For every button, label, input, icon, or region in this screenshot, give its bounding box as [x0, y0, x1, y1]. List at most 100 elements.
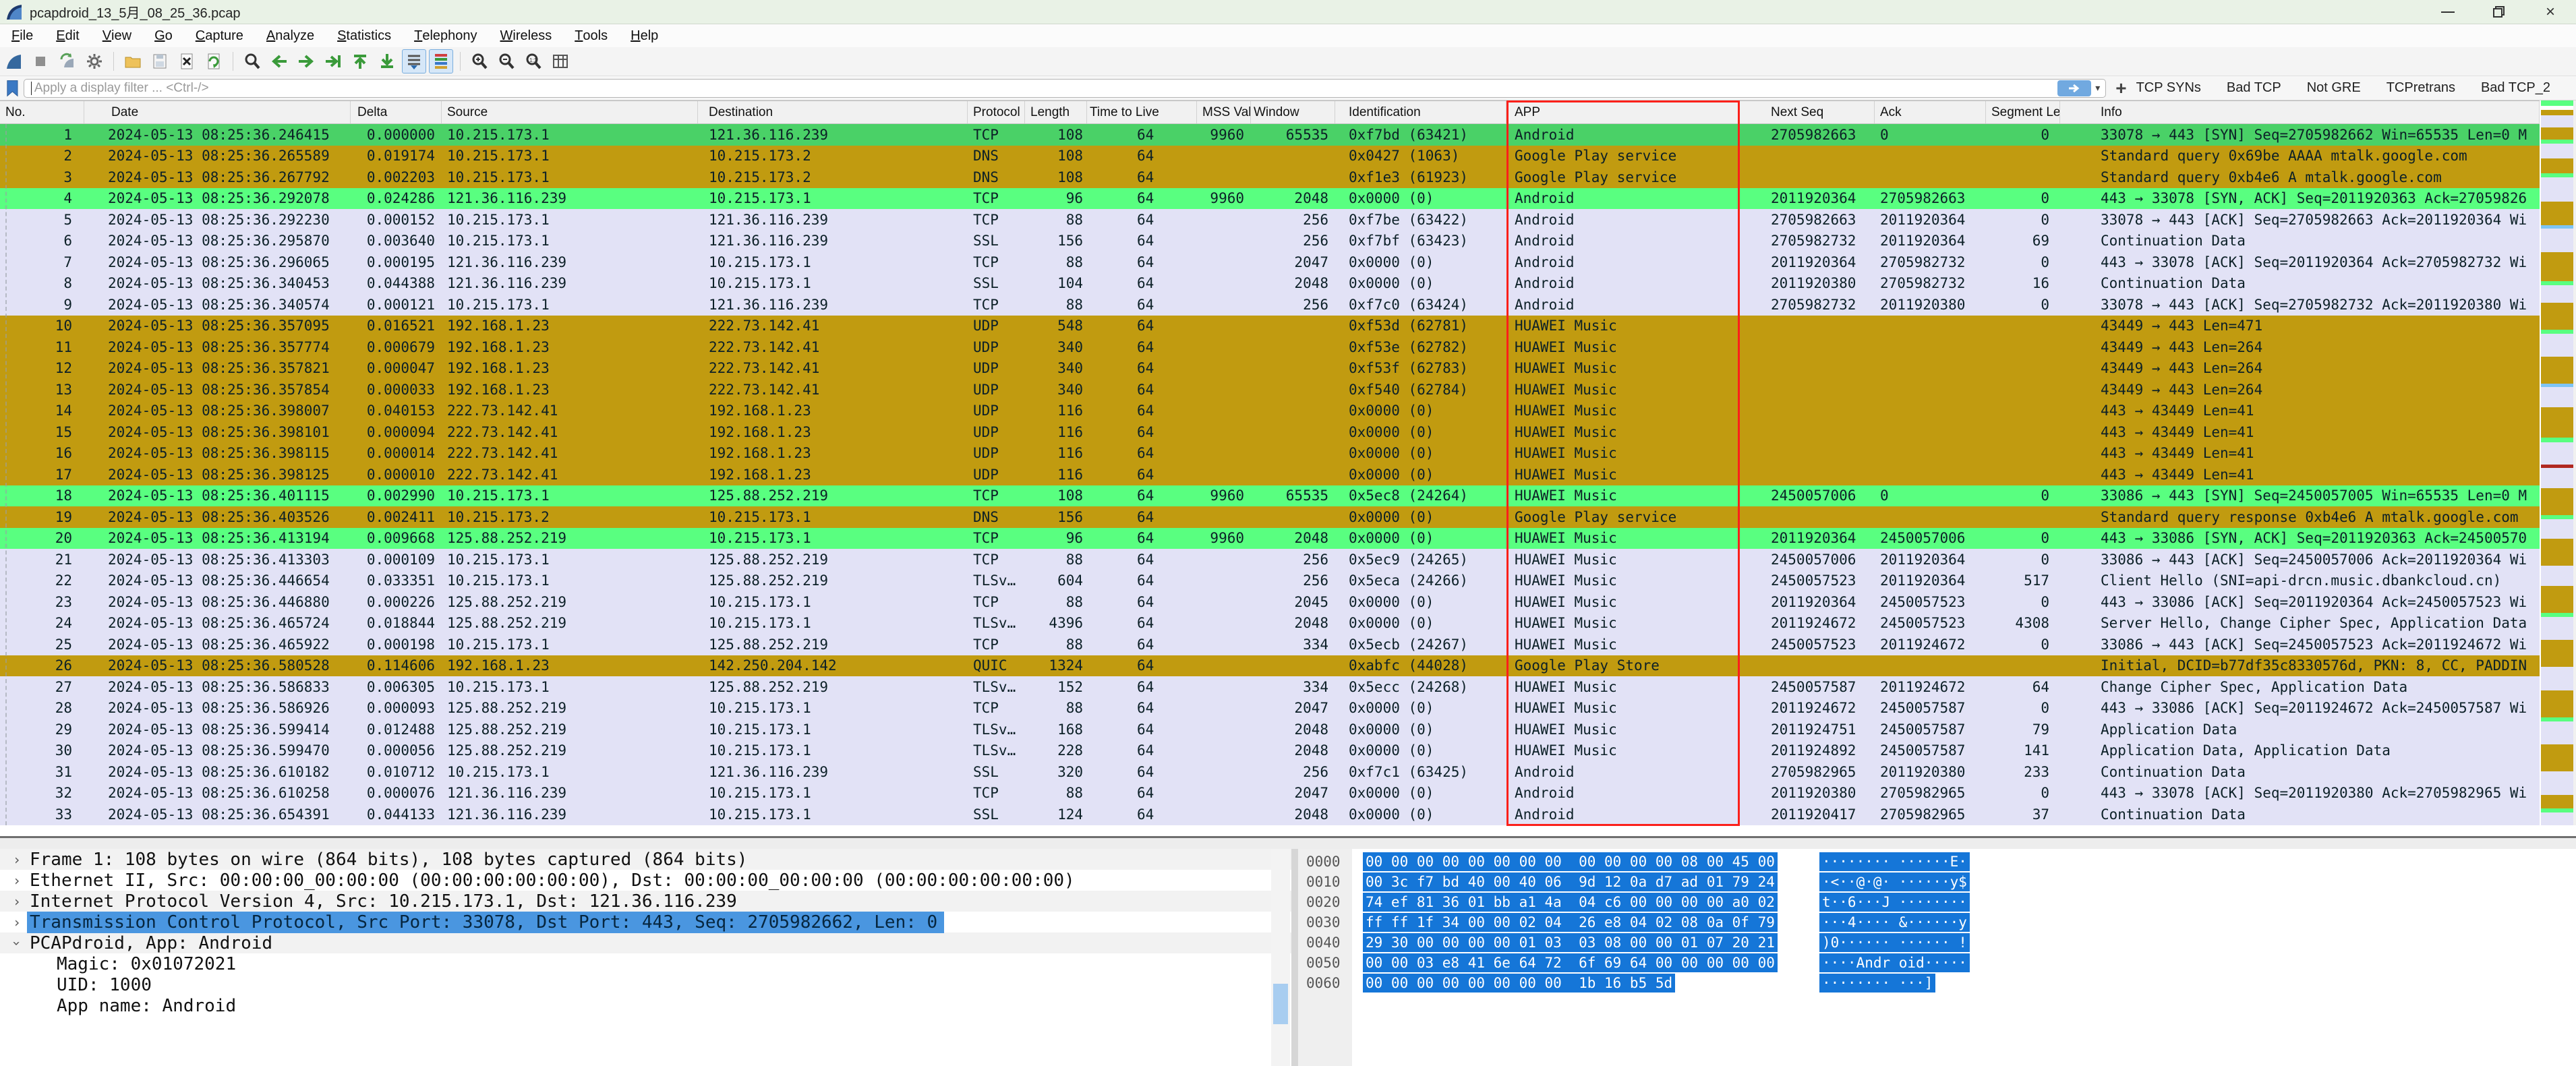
packet-row-17[interactable]: 172024-05-13 08:25:36.3981250.000010222.… — [0, 464, 2540, 485]
packet-row-24[interactable]: 242024-05-13 08:25:36.4657240.018844125.… — [0, 613, 2540, 634]
filter-shortcut-bad-tcp[interactable]: Bad TCP — [2227, 80, 2281, 96]
filter-shortcut-tcpretrans[interactable]: TCPretrans — [2387, 80, 2455, 96]
hex-row[interactable]: 002074 ef 81 36 01 bb a1 4a 04 c6 00 00 … — [1298, 892, 2576, 912]
start-capture-icon[interactable] — [1, 49, 26, 73]
go-to-packet-icon[interactable] — [321, 49, 345, 73]
zoom-in-icon[interactable] — [467, 49, 492, 73]
hex-bytes[interactable]: 74 ef 81 36 01 bb a1 4a 04 c6 00 00 00 0… — [1363, 893, 1778, 912]
column-header-length[interactable]: Length — [1025, 101, 1087, 123]
auto-scroll-icon[interactable] — [402, 49, 426, 73]
packet-row-13[interactable]: 132024-05-13 08:25:36.3578540.000033192.… — [0, 379, 2540, 401]
filter-apply-button[interactable] — [2057, 80, 2091, 96]
packet-row-25[interactable]: 252024-05-13 08:25:36.4659220.00019810.2… — [0, 634, 2540, 655]
packet-row-26[interactable]: 262024-05-13 08:25:36.5805280.114606192.… — [0, 655, 2540, 677]
menu-wireless[interactable]: Wireless — [489, 24, 564, 47]
packet-row-16[interactable]: 162024-05-13 08:25:36.3981150.000014222.… — [0, 443, 2540, 465]
find-packet-icon[interactable] — [240, 49, 264, 73]
vertical-splitter[interactable] — [1291, 849, 1298, 1066]
packet-row-21[interactable]: 212024-05-13 08:25:36.4133030.00010910.2… — [0, 549, 2540, 570]
expanded-chevron-icon[interactable]: › — [9, 933, 25, 953]
packet-row-27[interactable]: 272024-05-13 08:25:36.5868330.00630510.2… — [0, 676, 2540, 698]
packet-row-8[interactable]: 82024-05-13 08:25:36.3404530.044388121.3… — [0, 273, 2540, 295]
capture-options-icon[interactable] — [82, 49, 107, 73]
hex-ascii[interactable]: ·<··@·@· ······y$ — [1819, 872, 1970, 891]
hex-row[interactable]: 001000 3c f7 bd 40 00 40 06 9d 12 0a d7 … — [1298, 872, 2576, 892]
menu-go[interactable]: Go — [143, 24, 184, 47]
packet-row-12[interactable]: 122024-05-13 08:25:36.3578210.000047192.… — [0, 358, 2540, 380]
reload-file-icon[interactable] — [202, 49, 226, 73]
menu-help[interactable]: Help — [619, 24, 670, 47]
menu-file[interactable]: File — [0, 24, 45, 47]
column-header-info[interactable]: Info — [2060, 101, 2540, 123]
detail-line[interactable]: UID: 1000 — [0, 974, 1291, 995]
packet-list-minimap-scrollbar[interactable] — [2541, 100, 2573, 825]
packet-row-22[interactable]: 222024-05-13 08:25:36.4466540.03335110.2… — [0, 570, 2540, 592]
filter-bookmark-icon[interactable] — [5, 80, 20, 97]
menu-edit[interactable]: Edit — [45, 24, 90, 47]
hex-bytes[interactable]: 00 00 00 00 00 00 00 00 00 00 00 00 08 0… — [1363, 852, 1778, 871]
packet-row-29[interactable]: 292024-05-13 08:25:36.5994140.012488125.… — [0, 719, 2540, 740]
hex-ascii[interactable]: t··6···J ········ — [1819, 893, 1970, 912]
hex-row[interactable]: 000000 00 00 00 00 00 00 00 00 00 00 00 … — [1298, 852, 2576, 872]
zoom-reset-icon[interactable]: 1:1 — [521, 49, 546, 73]
packet-row-6[interactable]: 62024-05-13 08:25:36.2958700.00364010.21… — [0, 231, 2540, 252]
detail-line[interactable]: ›Frame 1: 108 bytes on wire (864 bits), … — [0, 849, 1291, 870]
column-header-ttl[interactable]: Time to Live — [1087, 101, 1197, 123]
column-header-destination[interactable]: Destination — [698, 101, 968, 123]
detail-line[interactable]: ›PCAPdroid, App: Android — [0, 932, 1291, 953]
hex-bytes[interactable]: ff ff 1f 34 00 00 02 04 26 e8 04 02 08 0… — [1363, 913, 1778, 932]
hex-ascii[interactable]: ········ ···] — [1819, 974, 1935, 993]
packet-row-20[interactable]: 202024-05-13 08:25:36.4131940.009668125.… — [0, 528, 2540, 550]
menu-tools[interactable]: Tools — [563, 24, 619, 47]
filter-shortcut-tcp-syns[interactable]: TCP SYNs — [2136, 80, 2201, 96]
collapsed-chevron-icon[interactable]: › — [7, 872, 27, 889]
hex-ascii[interactable]: ····Andr oid····· — [1819, 953, 1970, 972]
restart-capture-icon[interactable] — [55, 49, 80, 73]
hex-row[interactable]: 004029 30 00 00 00 00 01 03 03 08 00 00 … — [1298, 932, 2576, 953]
detail-line[interactable]: ›Internet Protocol Version 4, Src: 10.21… — [0, 891, 1291, 912]
column-header-protocol[interactable]: Protocol — [968, 101, 1025, 123]
column-header-ack[interactable]: Ack — [1875, 101, 1986, 123]
filter-add-button[interactable]: + — [2115, 78, 2126, 99]
hex-ascii[interactable]: ···4···· &······y — [1819, 913, 1970, 932]
column-header-source[interactable]: Source — [442, 101, 698, 123]
hex-bytes[interactable]: 00 00 03 e8 41 6e 64 72 6f 69 64 00 00 0… — [1363, 953, 1778, 972]
detail-pane-scrollbar[interactable] — [1271, 849, 1290, 1066]
display-filter-input[interactable]: Apply a display filter ... <Ctrl-/> ▾ — [24, 79, 2106, 98]
hex-row[interactable]: 005000 00 03 e8 41 6e 64 72 6f 69 64 00 … — [1298, 953, 2576, 973]
column-header-window[interactable]: Window — [1251, 101, 1335, 123]
collapsed-chevron-icon[interactable]: › — [7, 914, 27, 930]
hex-ascii[interactable]: )0······ ······ ! — [1819, 933, 1970, 952]
go-forward-icon[interactable] — [294, 49, 318, 73]
column-header-mss[interactable]: MSS Valu — [1197, 101, 1251, 123]
filter-dropdown-caret[interactable]: ▾ — [2094, 82, 2105, 94]
packet-row-28[interactable]: 282024-05-13 08:25:36.5869260.000093125.… — [0, 698, 2540, 719]
close-file-icon[interactable] — [175, 49, 199, 73]
packet-row-5[interactable]: 52024-05-13 08:25:36.2922300.00015210.21… — [0, 209, 2540, 231]
packet-row-9[interactable]: 92024-05-13 08:25:36.3405740.00012110.21… — [0, 294, 2540, 316]
column-header-seg_len[interactable]: Segment Len — [1986, 101, 2060, 123]
save-file-icon[interactable] — [148, 49, 172, 73]
menu-analyze[interactable]: Analyze — [255, 24, 326, 47]
hex-row[interactable]: 0030ff ff 1f 34 00 00 02 04 26 e8 04 02 … — [1298, 912, 2576, 932]
go-last-icon[interactable] — [375, 49, 399, 73]
detail-line[interactable]: ›Ethernet II, Src: 00:00:00_00:00:00 (00… — [0, 870, 1291, 891]
column-header-app[interactable]: APP — [1506, 101, 1740, 123]
packet-row-4[interactable]: 42024-05-13 08:25:36.2920780.024286121.3… — [0, 188, 2540, 210]
open-file-icon[interactable] — [121, 49, 145, 73]
packet-row-7[interactable]: 72024-05-13 08:25:36.2960650.000195121.3… — [0, 251, 2540, 273]
zoom-out-icon[interactable] — [494, 49, 519, 73]
hex-ascii[interactable]: ········ ······E· — [1819, 852, 1970, 871]
scrollbar-track[interactable] — [2573, 100, 2576, 825]
packet-row-30[interactable]: 302024-05-13 08:25:36.5994700.000056125.… — [0, 740, 2540, 762]
hex-bytes[interactable]: 00 00 00 00 00 00 00 00 1b 16 b5 5d — [1363, 974, 1675, 993]
packet-row-18[interactable]: 182024-05-13 08:25:36.4011150.00299010.2… — [0, 485, 2540, 507]
menu-telephony[interactable]: Telephony — [403, 24, 488, 47]
packet-row-11[interactable]: 112024-05-13 08:25:36.3577740.000679192.… — [0, 336, 2540, 358]
hex-bytes[interactable]: 00 3c f7 bd 40 00 40 06 9d 12 0a d7 ad 0… — [1363, 872, 1778, 891]
packet-row-2[interactable]: 22024-05-13 08:25:36.2655890.01917410.21… — [0, 146, 2540, 167]
close-button[interactable]: × — [2525, 0, 2576, 24]
minimize-button[interactable] — [2422, 0, 2473, 24]
menu-statistics[interactable]: Statistics — [326, 24, 403, 47]
restore-button[interactable] — [2473, 0, 2525, 24]
